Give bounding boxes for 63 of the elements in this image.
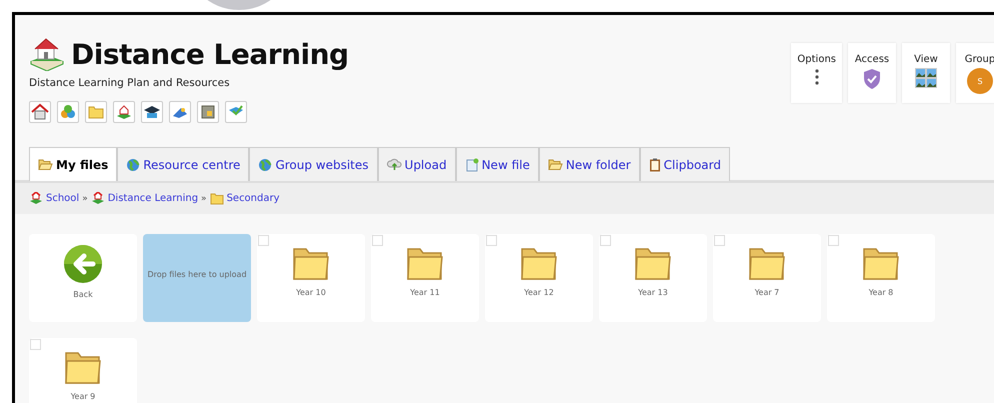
tile-label: Year 9 (70, 392, 96, 401)
checkbox[interactable] (372, 235, 383, 246)
folder-tile[interactable]: Year 13 (599, 234, 707, 322)
tile-label: Year 8 (868, 288, 894, 297)
tab[interactable]: Resource centre (117, 147, 250, 181)
breadcrumb-link[interactable]: Secondary (210, 192, 280, 205)
folder-tile[interactable]: Year 9 (29, 338, 137, 403)
tile-label: Year 10 (296, 288, 326, 297)
tab[interactable]: My files (29, 147, 118, 181)
page-subtitle: Distance Learning Plan and Resources (29, 77, 231, 89)
tile-label: Year 13 (638, 288, 668, 297)
breadcrumb-separator: » (201, 194, 207, 204)
tile-label: Year 11 (410, 288, 440, 297)
group-avatar: S (967, 68, 993, 94)
breadcrumb-separator: » (82, 194, 88, 204)
tab[interactable]: New folder (538, 147, 640, 181)
house-book-icon (90, 192, 105, 205)
checkbox[interactable] (258, 235, 269, 246)
checkbox[interactable] (714, 235, 725, 246)
tab[interactable]: Group websites (249, 147, 378, 181)
more-vertical-icon (814, 68, 819, 86)
page-title: Distance Learning (71, 38, 349, 70)
tile-label: Back (73, 290, 93, 299)
quick-link-button[interactable] (29, 101, 51, 123)
home-icon (31, 103, 49, 121)
quick-link-button[interactable] (141, 101, 163, 123)
checkbox[interactable] (30, 339, 41, 350)
upload-drop-zone[interactable]: Drop files here to upload (143, 234, 251, 322)
folder-tile[interactable]: Year 8 (827, 234, 935, 322)
folder-tile[interactable]: Year 11 (371, 234, 479, 322)
tile-label: Year 12 (524, 288, 554, 297)
shield-check-icon (862, 68, 882, 90)
tile-label: Year 7 (754, 288, 780, 297)
folder-icon (210, 192, 224, 205)
folder-icon (38, 158, 53, 171)
house-book-icon (29, 192, 43, 205)
folder-tile[interactable]: Year 12 (485, 234, 593, 322)
checkbox[interactable] (600, 235, 611, 246)
toolbar-button[interactable]: Access (848, 43, 896, 103)
breadcrumb-link[interactable]: Distance Learning (90, 192, 198, 205)
quick-link-button[interactable] (197, 101, 219, 123)
checkbox[interactable] (486, 235, 497, 246)
toolbar-button[interactable]: Options (791, 43, 842, 103)
house-book-icon (115, 103, 133, 121)
tab[interactable]: Upload (378, 147, 456, 181)
globe-icon (258, 158, 272, 172)
house-on-book-icon (29, 37, 65, 71)
back-tile[interactable]: Back (29, 234, 137, 322)
breadcrumb-link[interactable]: School (29, 192, 80, 205)
clipboard-icon (648, 158, 661, 172)
cloud-icon (386, 158, 402, 171)
tab[interactable]: Clipboard (640, 147, 730, 181)
graduation-cap-icon (143, 103, 161, 121)
folder-tile[interactable]: Year 7 (713, 234, 821, 322)
tab[interactable]: New file (456, 147, 539, 181)
folder-icon (548, 158, 563, 171)
checkbox[interactable] (828, 235, 839, 246)
toolbar-button[interactable]: View (902, 43, 950, 103)
globe-icon (126, 158, 140, 172)
folder-tile[interactable]: Year 10 (257, 234, 365, 322)
image-grid-icon (915, 68, 937, 88)
shapes-icon (59, 103, 77, 121)
new-file-icon (464, 158, 479, 172)
